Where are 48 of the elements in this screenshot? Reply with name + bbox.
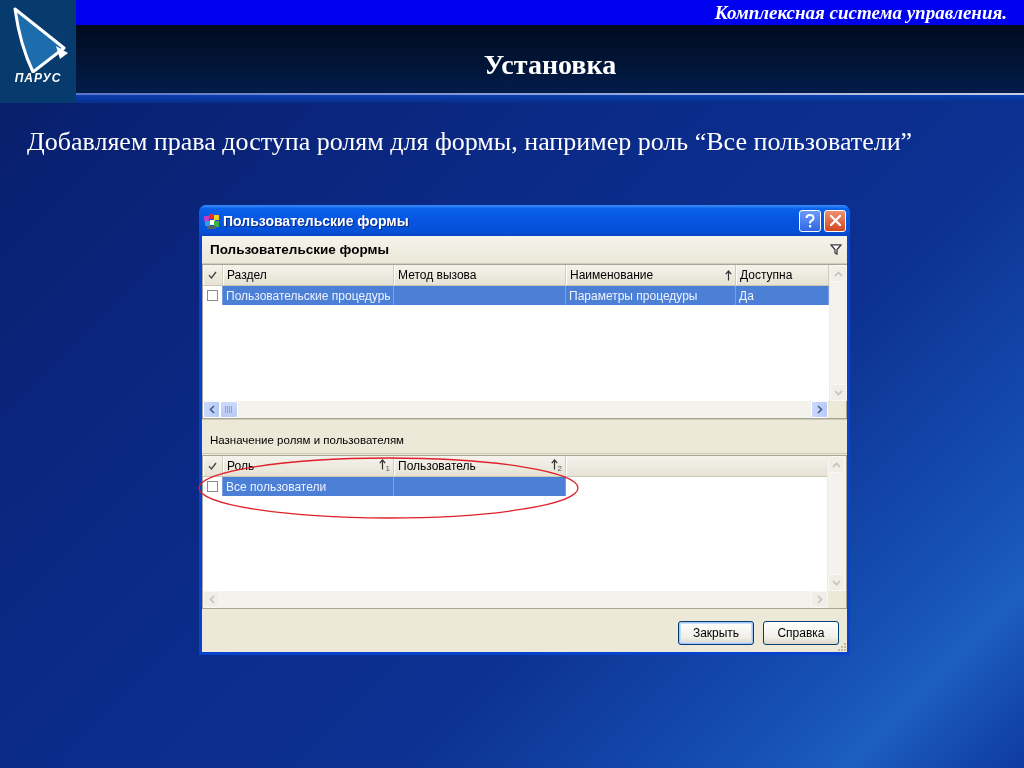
help-icon xyxy=(805,213,815,228)
resize-grip-icon[interactable] xyxy=(837,642,846,651)
dialog-button[interactable]: Закрыть xyxy=(678,620,754,645)
window-icon xyxy=(204,212,220,229)
chevron-right-icon xyxy=(816,595,823,604)
vertical-scrollbar[interactable] xyxy=(829,265,847,401)
table-cell: Пользовательские процедурь xyxy=(223,286,394,305)
chevron-down-icon xyxy=(834,389,843,396)
table-row[interactable]: Все пользователи xyxy=(203,477,566,496)
chevron-left-icon xyxy=(208,405,215,414)
table-cell: Параметры процедуры xyxy=(566,286,736,305)
window-title: Пользовательские формы xyxy=(223,212,410,229)
table-cell: Все пользователи xyxy=(223,477,394,496)
sort-order-number: 2 xyxy=(557,465,562,473)
close-button[interactable] xyxy=(824,209,846,232)
row-checkbox[interactable] xyxy=(207,290,218,301)
help-button[interactable] xyxy=(799,209,821,232)
scroll-up-button[interactable] xyxy=(828,456,845,473)
grip-lines-icon xyxy=(225,406,233,413)
logo-text: ПАРУС xyxy=(14,72,62,85)
row-checkbox[interactable] xyxy=(207,481,218,492)
chevron-right-icon xyxy=(816,405,823,414)
instruction-text: Добавляем права доступа ролям для формы, например роль “Все пользователи” xyxy=(27,127,914,157)
horizontal-scrollbar[interactable] xyxy=(203,401,828,418)
chevron-up-icon xyxy=(832,461,841,468)
scroll-down-button[interactable] xyxy=(828,574,845,591)
check-icon xyxy=(208,462,217,470)
sail-logo-icon xyxy=(11,7,70,73)
filter-icon[interactable] xyxy=(830,244,842,255)
vertical-scrollbar[interactable] xyxy=(827,456,846,591)
close-icon xyxy=(829,215,841,226)
tagline: Комплексная система управления. xyxy=(714,1,1007,24)
dialog-button[interactable]: Справка xyxy=(763,620,839,645)
chevron-up-icon xyxy=(834,270,843,277)
check-icon xyxy=(208,271,217,279)
chevron-down-icon xyxy=(832,579,841,586)
scrollbar-thumb[interactable] xyxy=(220,401,238,418)
column-header[interactable]: Метод вызова xyxy=(394,265,566,285)
chevron-left-icon xyxy=(208,595,215,604)
table-row[interactable]: Пользовательские процедурь Параметры процедуры Да xyxy=(203,286,829,305)
slide-title: Установка xyxy=(483,49,617,81)
panel-title: Назначение ролям и пользователям xyxy=(210,434,406,446)
panel-title: Пользовательские формы xyxy=(210,242,391,257)
sort-order-number: 1 xyxy=(385,465,390,473)
column-header[interactable]: Пользователь 2 xyxy=(394,456,566,476)
column-header[interactable]: Наименование xyxy=(566,265,736,285)
column-header[interactable]: Раздел xyxy=(223,265,394,285)
scroll-up-button[interactable] xyxy=(830,265,847,282)
